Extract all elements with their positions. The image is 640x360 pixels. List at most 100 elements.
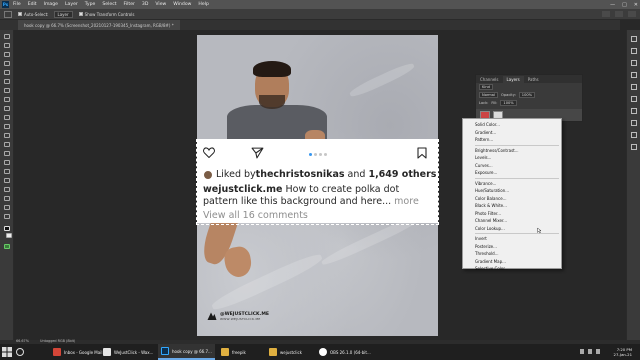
taskbar-item-freepik-folder[interactable]: freepik (218, 344, 249, 360)
volume-icon[interactable] (588, 349, 592, 354)
hand-tool-icon[interactable] (4, 205, 10, 210)
language-icon[interactable] (596, 349, 600, 354)
type-tool-icon[interactable] (4, 178, 10, 183)
eraser-tool-icon[interactable] (4, 133, 10, 138)
menu-item-exposure[interactable]: Exposure... (463, 169, 561, 177)
brush-tool-icon[interactable] (4, 106, 10, 111)
taskbar-item-gmail[interactable]: Inbox - Google Mail (50, 344, 105, 360)
tab-paths[interactable]: Paths (524, 76, 543, 83)
history-panel-icon[interactable] (631, 36, 637, 42)
menu-item-curves[interactable]: Curves... (463, 162, 561, 170)
auto-select-label: Auto-Select: (24, 11, 49, 17)
stamp-tool-icon[interactable] (4, 115, 10, 120)
marquee-tool-icon[interactable] (4, 43, 10, 48)
workspace-icon[interactable] (615, 11, 623, 17)
zoom-tool-icon[interactable] (4, 214, 10, 219)
menu-view[interactable]: View (155, 2, 166, 7)
quick-select-tool-icon[interactable] (4, 61, 10, 66)
menu-layer[interactable]: Layer (65, 2, 78, 7)
glyphs-panel-icon[interactable] (631, 144, 637, 150)
menu-item-black-white[interactable]: Black & White... (463, 202, 561, 210)
maximize-button[interactable]: □ (622, 2, 627, 8)
tab-layers[interactable]: Layers (502, 76, 524, 83)
menu-filter[interactable]: Filter (124, 2, 135, 7)
rectangle-tool-icon[interactable] (4, 196, 10, 201)
menu-select[interactable]: Select (102, 2, 116, 7)
menu-item-hue-saturation[interactable]: Hue/Saturation... (463, 187, 561, 195)
taskbar-item-browser[interactable]: WeJustClick - Wax... (100, 344, 156, 360)
path-select-tool-icon[interactable] (4, 187, 10, 192)
search-icon[interactable] (602, 11, 610, 17)
dodge-tool-icon[interactable] (4, 160, 10, 165)
menu-item-gradient[interactable]: Gradient... (463, 129, 561, 137)
brushes-panel-icon[interactable] (631, 108, 637, 114)
tab-channels[interactable]: Channels (476, 76, 503, 83)
menu-help[interactable]: Help (198, 2, 208, 7)
clock[interactable]: 7:20 PM 27-Jan-21 (614, 347, 632, 357)
blur-tool-icon[interactable] (4, 151, 10, 156)
menu-item-gradient-map[interactable]: Gradient Map... (463, 258, 561, 266)
photoshop-icon (161, 347, 169, 355)
menu-type[interactable]: Type (85, 2, 96, 7)
menu-window[interactable]: Window (173, 2, 191, 7)
move-tool-preset-icon[interactable] (4, 10, 12, 18)
menu-edit[interactable]: Edit (28, 2, 37, 7)
menu-item-selective-color[interactable]: Selective Color... (463, 265, 561, 273)
taskbar-item-photoshop[interactable]: hook copy @ 66.7... (158, 344, 215, 360)
swatches-panel-icon[interactable] (631, 72, 637, 78)
foreground-color-icon[interactable] (4, 226, 10, 231)
search-icon[interactable] (16, 348, 24, 356)
crop-tool-icon[interactable] (4, 70, 10, 75)
opacity-field[interactable]: 100% (518, 92, 536, 98)
menu-image[interactable]: Image (44, 2, 58, 7)
background-color-icon[interactable] (6, 233, 12, 238)
fill-field[interactable]: 100% (500, 100, 517, 106)
character-panel-icon[interactable] (631, 120, 637, 126)
network-icon[interactable] (580, 349, 584, 354)
windows-start-icon[interactable] (2, 347, 12, 357)
auto-select-checkbox[interactable] (18, 12, 22, 16)
menu-file[interactable]: File (13, 2, 21, 7)
menu-item-pattern[interactable]: Pattern... (463, 136, 561, 144)
menu-item-photo-filter[interactable]: Photo Filter... (463, 210, 561, 218)
menu-separator (475, 177, 559, 179)
menu-item-channel-mixer[interactable]: Channel Mixer... (463, 217, 561, 225)
quick-mask-icon[interactable] (4, 244, 10, 249)
share-icon[interactable] (628, 11, 636, 17)
paragraph-panel-icon[interactable] (631, 132, 637, 138)
taskbar-item-obs[interactable]: OBS 26.1.0 (64-bit... (316, 344, 374, 360)
minimize-button[interactable]: — (610, 2, 615, 8)
photoshop-logo-icon[interactable]: Ps (2, 1, 9, 8)
lasso-tool-icon[interactable] (4, 52, 10, 57)
blend-mode-dropdown[interactable]: Normal (479, 92, 499, 98)
menu-item-posterize[interactable]: Posterize... (463, 243, 561, 251)
menu-item-solid-color[interactable]: Solid Color... (463, 121, 561, 129)
gradient-tool-icon[interactable] (4, 142, 10, 147)
libraries-panel-icon[interactable] (631, 96, 637, 102)
document-tab[interactable]: hook copy @ 66.7% (Screenshot_20210127-1… (18, 20, 180, 30)
pen-tool-icon[interactable] (4, 169, 10, 174)
menu-item-brightness-contrast[interactable]: Brightness/Contrast... (463, 147, 561, 155)
zoom-level[interactable]: 66.67% (16, 339, 29, 343)
frame-tool-icon[interactable] (4, 79, 10, 84)
properties-panel-icon[interactable] (631, 48, 637, 54)
color-panel-icon[interactable] (631, 60, 637, 66)
menu-item-vibrance[interactable]: Vibrance... (463, 180, 561, 188)
menu-item-threshold[interactable]: Threshold... (463, 250, 561, 258)
menu-3d[interactable]: 3D (142, 2, 148, 7)
move-tool-icon[interactable] (4, 34, 10, 39)
auto-select-dropdown[interactable]: Layer (53, 10, 73, 18)
healing-tool-icon[interactable] (4, 97, 10, 102)
taskbar-item-wejustclick-folder[interactable]: wejustclick (266, 344, 305, 360)
menu-item-levels[interactable]: Levels... (463, 154, 561, 162)
eyedropper-tool-icon[interactable] (4, 88, 10, 93)
menu-item-color-lookup[interactable]: Color Lookup... (463, 225, 561, 233)
menu-item-color-balance[interactable]: Color Balance... (463, 195, 561, 203)
window-controls: — □ ✕ (610, 0, 638, 9)
history-brush-tool-icon[interactable] (4, 124, 10, 129)
close-button[interactable]: ✕ (634, 2, 638, 8)
kind-filter-dropdown[interactable]: Kind (479, 84, 493, 90)
adjustments-panel-icon[interactable] (631, 84, 637, 90)
transform-controls-checkbox[interactable] (78, 12, 83, 16)
menu-item-invert[interactable]: Invert (463, 235, 561, 243)
